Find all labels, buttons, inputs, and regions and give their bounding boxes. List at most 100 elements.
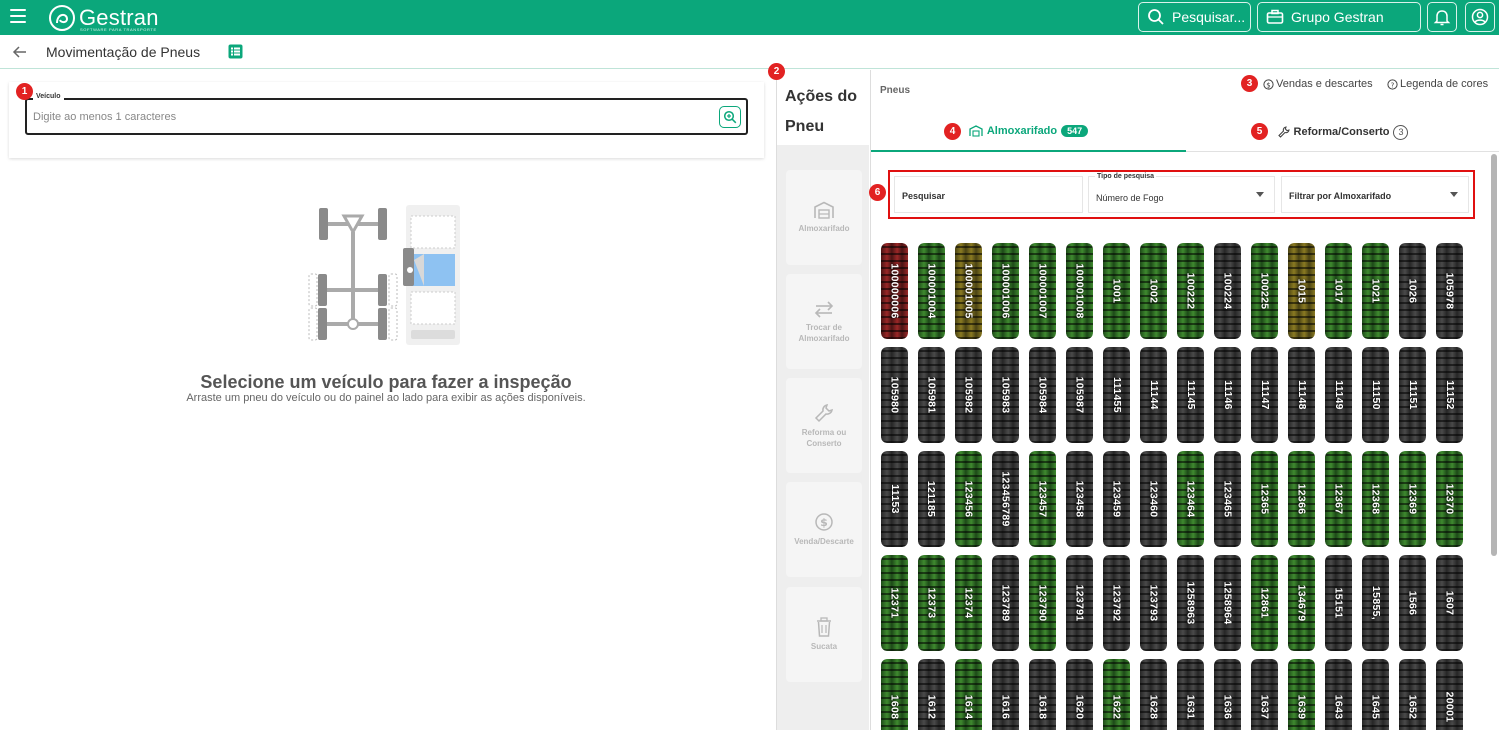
tire-item[interactable]: 1566 — [1399, 555, 1426, 651]
tire-item[interactable]: 12861 — [1251, 555, 1278, 651]
tire-item[interactable]: 12374 — [955, 555, 982, 651]
tire-item[interactable]: 100001006 — [992, 243, 1019, 339]
tire-item[interactable]: 12370 — [1436, 451, 1463, 547]
company-button[interactable]: Grupo Gestran — [1257, 2, 1421, 32]
tire-item[interactable]: 1001 — [1103, 243, 1130, 339]
search-type-select[interactable]: Tipo de pesquisa Número de Fogo — [1088, 173, 1275, 213]
tire-item[interactable]: 100001008 — [1066, 243, 1093, 339]
tire-item[interactable]: 1628 — [1140, 659, 1167, 730]
tire-item[interactable]: 134679 — [1288, 555, 1315, 651]
tab-warehouse[interactable]: Almoxarifado 547 — [871, 112, 1186, 152]
global-search-button[interactable]: Pesquisar... — [1138, 2, 1251, 32]
warehouse-filter-select[interactable]: Filtrar por Almoxarifado — [1281, 176, 1469, 213]
tire-item[interactable]: 12366 — [1288, 451, 1315, 547]
tire-item[interactable]: 123793 — [1140, 555, 1167, 651]
tire-item[interactable]: 1002 — [1140, 243, 1167, 339]
tire-item[interactable]: 1017 — [1325, 243, 1352, 339]
tire-item[interactable]: 123465 — [1214, 451, 1241, 547]
vehicle-input[interactable]: Veículo Digite ao menos 1 caracteres — [25, 93, 748, 135]
tire-item[interactable]: 123458 — [1066, 451, 1093, 547]
tire-item[interactable]: 123792 — [1103, 555, 1130, 651]
tire-item[interactable]: 15855, — [1362, 555, 1389, 651]
vehicle-search-button[interactable] — [719, 106, 741, 128]
tire-item[interactable]: 123789 — [992, 555, 1019, 651]
tire-item[interactable]: 100001007 — [1029, 243, 1056, 339]
tire-item[interactable]: 12367 — [1325, 451, 1352, 547]
tire-item[interactable]: 1612 — [918, 659, 945, 730]
tire-item[interactable]: 123460 — [1140, 451, 1167, 547]
tire-item[interactable]: 1021 — [1362, 243, 1389, 339]
tire-item[interactable]: 111455 — [1103, 347, 1130, 443]
tire-item[interactable]: 11150 — [1362, 347, 1389, 443]
color-legend-link[interactable]: ? Legenda de cores — [1387, 78, 1488, 90]
tire-item[interactable]: 1631 — [1177, 659, 1204, 730]
tire-item[interactable]: 12365 — [1251, 451, 1278, 547]
tire-item[interactable]: 12373 — [918, 555, 945, 651]
action-swap-warehouse[interactable]: Trocar de Almoxarifado — [786, 274, 862, 369]
tire-item[interactable]: 105982 — [955, 347, 982, 443]
tire-item[interactable]: 100001004 — [918, 243, 945, 339]
tires-scrollbar[interactable] — [1491, 154, 1497, 556]
tire-item[interactable]: 123459 — [1103, 451, 1130, 547]
tire-item[interactable]: 123456 — [955, 451, 982, 547]
profile-button[interactable] — [1465, 2, 1495, 32]
tire-item[interactable]: 1607 — [1436, 555, 1463, 651]
tire-item[interactable]: 1622 — [1103, 659, 1130, 730]
notifications-button[interactable] — [1427, 2, 1457, 32]
tire-item[interactable]: 11146 — [1214, 347, 1241, 443]
tire-item[interactable]: 123464 — [1177, 451, 1204, 547]
action-repair[interactable]: Reforma ou Conserto — [786, 378, 862, 473]
tire-item[interactable]: 1639 — [1288, 659, 1315, 730]
list-icon[interactable] — [228, 44, 243, 59]
tire-item[interactable]: 12368 — [1362, 451, 1389, 547]
tire-item[interactable]: 1614 — [955, 659, 982, 730]
tire-item[interactable]: 1258964 — [1214, 555, 1241, 651]
tire-item[interactable]: 11149 — [1325, 347, 1352, 443]
tire-item[interactable]: 1618 — [1029, 659, 1056, 730]
tire-item[interactable]: 12369 — [1399, 451, 1426, 547]
tire-item[interactable]: 11145 — [1177, 347, 1204, 443]
tire-item[interactable]: 1258963 — [1177, 555, 1204, 651]
tire-item[interactable]: 100001005 — [955, 243, 982, 339]
tab-repair[interactable]: Reforma/Conserto 3 — [1186, 112, 1499, 152]
tire-item[interactable]: 121185 — [918, 451, 945, 547]
action-warehouse[interactable]: Almoxarifado — [786, 170, 862, 265]
action-scrap[interactable]: Sucata — [786, 587, 862, 682]
menu-icon[interactable] — [10, 9, 26, 25]
tire-item[interactable]: 123457 — [1029, 451, 1056, 547]
tire-item[interactable]: 105983 — [992, 347, 1019, 443]
tire-item[interactable]: 11152 — [1436, 347, 1463, 443]
tire-item[interactable]: 105978 — [1436, 243, 1463, 339]
sales-discards-link[interactable]: $ Vendas e descartes — [1263, 78, 1373, 90]
tire-item[interactable]: 123791 — [1066, 555, 1093, 651]
tire-item[interactable]: 20001 — [1436, 659, 1463, 730]
tire-item[interactable]: 1645 — [1362, 659, 1389, 730]
tire-item[interactable]: 105980 — [881, 347, 908, 443]
tire-item[interactable]: 11151 — [1399, 347, 1426, 443]
tire-item[interactable]: 15151 — [1325, 555, 1352, 651]
tire-item[interactable]: 123456789 — [992, 451, 1019, 547]
tire-item[interactable]: 1636 — [1214, 659, 1241, 730]
tire-item[interactable]: 100225 — [1251, 243, 1278, 339]
tire-item[interactable]: 11144 — [1140, 347, 1167, 443]
tire-item[interactable]: 1616 — [992, 659, 1019, 730]
tire-item[interactable]: 1643 — [1325, 659, 1352, 730]
tire-item[interactable]: 105984 — [1029, 347, 1056, 443]
tire-item[interactable]: 100222 — [1177, 243, 1204, 339]
brand-logo[interactable]: Gestran SOFTWARE PARA TRANSPORTE — [47, 2, 167, 34]
tire-item[interactable]: 1608 — [881, 659, 908, 730]
tire-item[interactable]: 105981 — [918, 347, 945, 443]
tire-item[interactable]: 11153 — [881, 451, 908, 547]
tire-item[interactable]: 1620 — [1066, 659, 1093, 730]
action-sale-discard[interactable]: $ Venda/Descarte — [786, 482, 862, 577]
tire-item[interactable]: 1015 — [1288, 243, 1315, 339]
arrow-left-icon[interactable] — [12, 44, 28, 60]
tire-item[interactable]: 11148 — [1288, 347, 1315, 443]
tire-item[interactable]: 105987 — [1066, 347, 1093, 443]
tire-item[interactable]: 11147 — [1251, 347, 1278, 443]
tire-item[interactable]: 12371 — [881, 555, 908, 651]
tire-item[interactable]: 100224 — [1214, 243, 1241, 339]
tire-item[interactable]: 100000006 — [881, 243, 908, 339]
tire-search-input[interactable]: Pesquisar — [894, 176, 1083, 213]
tire-item[interactable]: 1637 — [1251, 659, 1278, 730]
